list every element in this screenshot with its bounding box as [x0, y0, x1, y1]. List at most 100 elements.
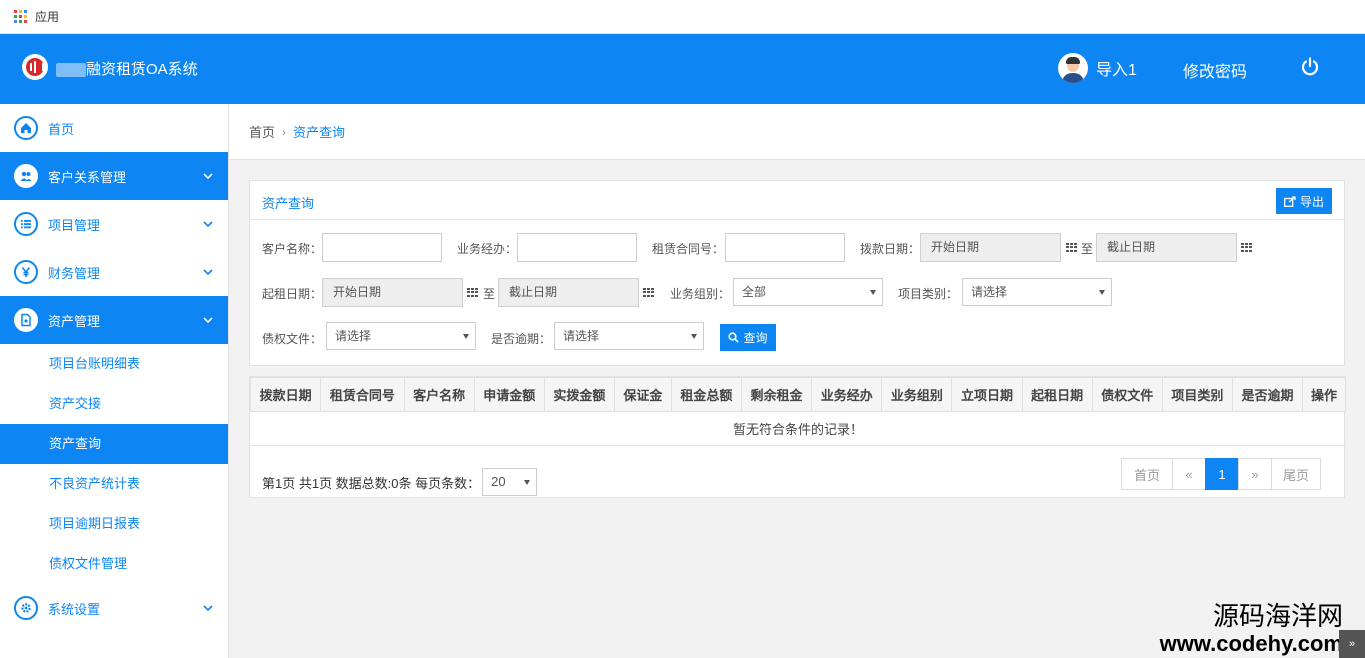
document-icon	[14, 308, 38, 332]
sidebar-item-project[interactable]: 项目管理	[0, 200, 228, 248]
column-header[interactable]: 项目类别	[1161, 377, 1233, 412]
sidebar-item-label: 系统设置	[48, 601, 101, 617]
manager-input[interactable]	[517, 233, 637, 262]
sidebar-item-asset[interactable]: 资产管理	[0, 296, 228, 344]
sidebar-item-settings[interactable]: 系统设置	[0, 584, 228, 632]
watermark-url: www.codehy.com	[1159, 631, 1343, 656]
category-select[interactable]: 请选择	[962, 278, 1112, 306]
power-icon[interactable]	[1300, 57, 1320, 77]
caret-down-icon	[1099, 290, 1105, 295]
caret-down-icon	[870, 290, 876, 295]
calendar-icon[interactable]	[1241, 243, 1252, 252]
export-button[interactable]: 导出	[1276, 188, 1332, 214]
prev-page-button[interactable]: «	[1172, 458, 1206, 490]
disburse-date-label: 拨款日期：	[860, 242, 921, 256]
caret-down-icon	[524, 480, 531, 485]
sidebar-item-finance[interactable]: 财务管理	[0, 248, 228, 296]
first-page-button[interactable]: 首页	[1121, 458, 1173, 490]
page-size-value: 20	[491, 474, 506, 489]
calendar-icon[interactable]	[467, 288, 478, 297]
column-header[interactable]: 拨款日期	[249, 377, 322, 412]
avatar[interactable]	[1058, 53, 1088, 83]
export-icon	[1284, 195, 1296, 207]
customer-input[interactable]	[322, 233, 442, 262]
panel-title: 资产查询	[262, 196, 315, 211]
sidebar: 首页 客户关系管理 项目管理 财务管理 资产管理 项目台账明细表 资产交接 资产…	[0, 104, 229, 658]
user-menu[interactable]: 导入1	[1058, 53, 1137, 83]
overdue-select-value: 请选择	[563, 329, 600, 343]
apps-label[interactable]: 应用	[35, 8, 59, 25]
column-header[interactable]: 起租日期	[1021, 377, 1093, 412]
rent-start-date-input[interactable]: 开始日期	[322, 278, 463, 307]
column-header[interactable]: 业务经办	[811, 377, 883, 412]
next-page-button[interactable]: »	[1238, 458, 1272, 490]
pager-info-text: 第1页 共1页 数据总数:0条 每页条数：	[262, 475, 481, 491]
users-icon	[14, 164, 38, 188]
chevron-down-icon	[203, 221, 213, 228]
disburse-end-date-input[interactable]: 截止日期	[1096, 233, 1237, 262]
sidebar-item-label: 首页	[48, 121, 75, 137]
category-label: 项目类别：	[898, 287, 959, 301]
column-header[interactable]: 保证金	[613, 377, 672, 412]
group-label: 业务组别：	[670, 287, 731, 301]
page-size-select[interactable]: 20	[482, 468, 538, 496]
gear-icon	[14, 596, 38, 620]
system-title-text: 融资租赁OA系统	[86, 61, 198, 78]
results-table-panel: 拨款日期 租赁合同号 客户名称 申请金额 实拨金额 保证金 租金总额 剩余租金 …	[249, 376, 1346, 498]
breadcrumb-separator-icon: ›	[282, 124, 287, 139]
category-select-value: 请选择	[971, 285, 1008, 299]
column-header[interactable]: 债权文件	[1091, 377, 1163, 412]
change-password-link[interactable]: 修改密码	[1183, 58, 1247, 82]
sidebar-subitem-bad-asset[interactable]: 不良资产统计表	[0, 464, 228, 504]
column-header[interactable]: 租赁合同号	[320, 377, 405, 412]
sidebar-subitem-overdue-report[interactable]: 项目逾期日报表	[0, 504, 228, 544]
column-header[interactable]: 客户名称	[403, 377, 475, 412]
empty-message: 暂无符合条件的记录！	[250, 411, 1346, 446]
customer-label: 客户名称：	[262, 242, 323, 256]
last-page-button[interactable]: 尾页	[1271, 458, 1321, 490]
redacted-name	[56, 63, 86, 78]
rent-end-date-input[interactable]: 截止日期	[498, 278, 639, 307]
query-button[interactable]: 查询	[720, 324, 776, 351]
caret-down-icon	[463, 334, 469, 339]
overdue-select[interactable]: 请选择	[554, 322, 704, 350]
column-header[interactable]: 租金总额	[670, 377, 742, 412]
manager-label: 业务经办：	[457, 242, 518, 256]
calendar-icon[interactable]	[1066, 243, 1077, 252]
table-header-row: 拨款日期 租赁合同号 客户名称 申请金额 实拨金额 保证金 租金总额 剩余租金 …	[249, 377, 1346, 412]
column-header[interactable]: 剩余租金	[740, 377, 813, 412]
breadcrumb-home[interactable]: 首页	[249, 122, 275, 141]
apps-grid-icon[interactable]	[14, 10, 27, 23]
sidebar-subitem-asset-query[interactable]: 资产查询	[0, 424, 228, 464]
sidebar-subitem-claim-files[interactable]: 债权文件管理	[0, 544, 228, 584]
chevron-down-icon	[203, 269, 213, 276]
sidebar-subitem-handover[interactable]: 资产交接	[0, 384, 228, 424]
group-select[interactable]: 全部	[733, 278, 883, 306]
company-logo-icon	[22, 54, 48, 80]
sidebar-item-home[interactable]: 首页	[0, 104, 228, 152]
group-select-value: 全部	[742, 285, 767, 299]
claim-file-label: 债权文件：	[262, 332, 323, 346]
column-header[interactable]: 实拨金额	[543, 377, 615, 412]
results-table: 拨款日期 租赁合同号 客户名称 申请金额 实拨金额 保证金 租金总额 剩余租金 …	[249, 377, 1346, 446]
query-label: 查询	[743, 331, 768, 345]
breadcrumb-current: 资产查询	[293, 125, 346, 140]
column-header[interactable]: 操作	[1302, 377, 1346, 412]
disburse-start-date-input[interactable]: 开始日期	[920, 233, 1061, 262]
column-header[interactable]: 是否逾期	[1231, 377, 1304, 412]
calendar-icon[interactable]	[643, 288, 654, 297]
column-header[interactable]: 业务组别	[881, 377, 953, 412]
column-header[interactable]: 申请金额	[473, 377, 545, 412]
contract-input[interactable]	[725, 233, 845, 262]
page-1-button[interactable]: 1	[1205, 458, 1239, 490]
search-icon	[728, 332, 740, 343]
claim-file-select[interactable]: 请选择	[326, 322, 476, 350]
watermark: 源码海洋网 www.codehy.com	[1160, 602, 1343, 656]
sidebar-item-customer[interactable]: 客户关系管理	[0, 152, 228, 200]
column-header[interactable]: 立项日期	[951, 377, 1023, 412]
overdue-label: 是否逾期：	[491, 332, 552, 346]
scroll-top-icon[interactable]: »	[1339, 630, 1365, 658]
user-name[interactable]: 导入1	[1096, 56, 1137, 80]
pager-info: 第1页 共1页 数据总数:0条 每页条数： 20	[262, 468, 538, 496]
sidebar-subitem-ledger[interactable]: 项目台账明细表	[0, 344, 228, 384]
